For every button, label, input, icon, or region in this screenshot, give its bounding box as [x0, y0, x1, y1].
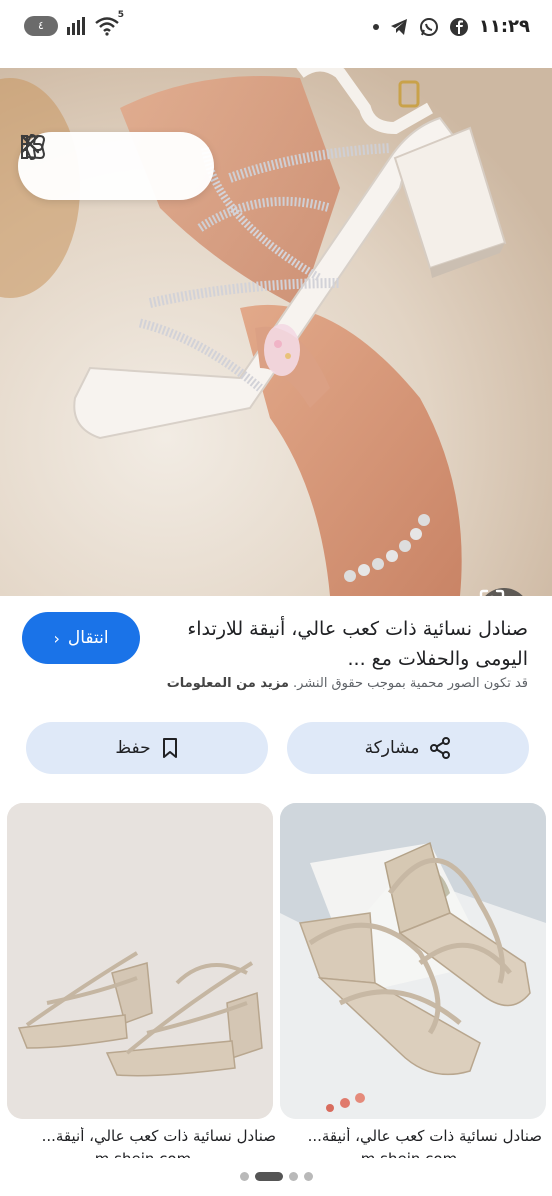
status-right: ١١:٢٩	[372, 16, 530, 37]
hero-image[interactable]	[0, 68, 552, 596]
related-photo-illustration	[7, 803, 273, 1119]
page-dot-active	[254, 1172, 283, 1181]
google-lens-icon	[479, 589, 505, 596]
clock: ١١:٢٩	[478, 16, 530, 37]
copyright-notice: قد تكون الصور محمية بموجب حقوق النشر. مز…	[28, 676, 528, 691]
wifi-badge: 5	[117, 10, 124, 20]
status-bar: ٤ 5 ١١:٢٩	[0, 0, 552, 60]
share-label: مشاركة	[364, 738, 420, 758]
feedback-toolbar	[18, 132, 214, 200]
related-photo-illustration	[280, 803, 546, 1119]
page-dot	[303, 1172, 313, 1181]
save-label: حفظ	[115, 738, 151, 758]
visit-label: انتقال	[67, 628, 109, 648]
save-button[interactable]: حفظ	[26, 722, 268, 774]
page-dot	[239, 1172, 249, 1181]
whatsapp-icon	[419, 17, 438, 36]
wifi-icon: 5	[94, 10, 124, 36]
bookmark-icon	[162, 738, 177, 758]
battery-indicator: ٤	[24, 16, 58, 36]
page-dot	[288, 1172, 298, 1181]
signal-bars-icon	[67, 17, 85, 35]
telegram-icon	[390, 18, 407, 35]
related-image-card[interactable]	[280, 803, 546, 1119]
related-caption[interactable]: صنادل نسائية ذات كعب عالي، أنيقة...	[10, 1127, 276, 1145]
related-image-card[interactable]	[7, 803, 273, 1119]
related-caption[interactable]: صنادل نسائية ذات كعب عالي، أنيقة...	[276, 1127, 542, 1145]
like-button[interactable]	[21, 134, 195, 188]
share-icon	[430, 737, 451, 759]
more-info-link[interactable]: مزيد من المعلومات	[167, 676, 289, 691]
facebook-icon	[449, 17, 468, 36]
share-button[interactable]: مشاركة	[287, 722, 529, 774]
page-indicator	[0, 1172, 552, 1181]
result-title[interactable]: صنادل نسائية ذات كعب عالي، أنيقة للارتدا…	[158, 614, 528, 674]
chevron-left-icon: ‹	[53, 628, 60, 648]
status-left: ٤ 5	[24, 10, 124, 36]
dot-icon	[372, 23, 379, 30]
visit-button[interactable]: انتقال ‹	[22, 612, 140, 664]
dislike-button[interactable]	[21, 135, 138, 188]
thumbs-up-icon	[21, 134, 45, 159]
copyright-text: قد تكون الصور محمية بموجب حقوق النشر.	[293, 676, 528, 691]
